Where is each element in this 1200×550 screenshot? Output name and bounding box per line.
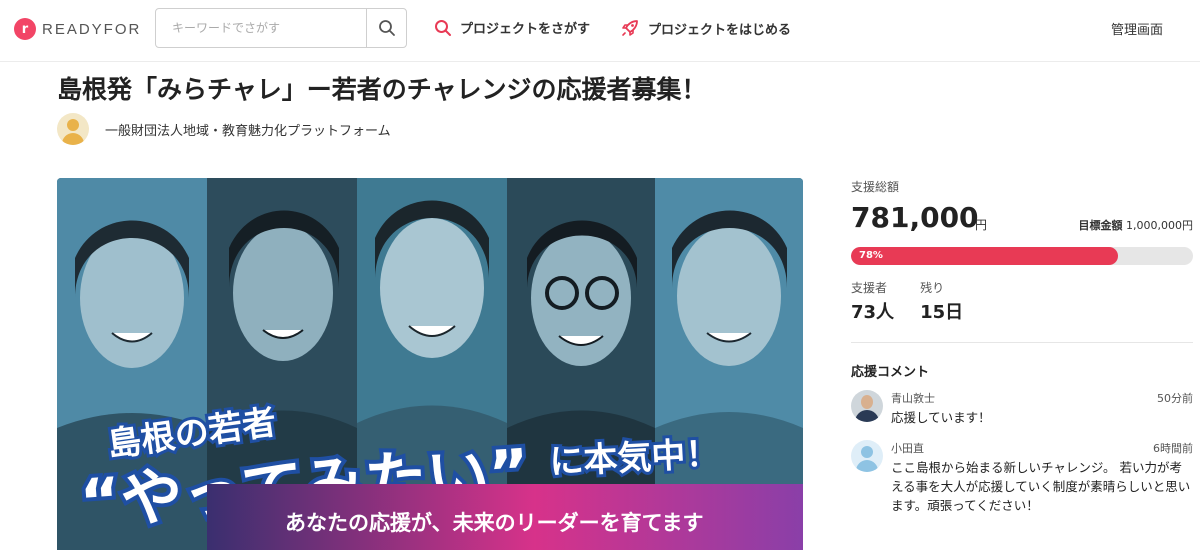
comment-time: 6時間前 bbox=[1153, 442, 1193, 455]
raised-amount: 781,000 bbox=[851, 201, 979, 234]
rocket-icon bbox=[622, 20, 638, 36]
search-button[interactable] bbox=[366, 9, 406, 47]
stats: 支援者 73人 残り 15日 bbox=[851, 279, 1193, 324]
organization: 一般財団法人地域・教育魅力化プラットフォーム bbox=[57, 113, 391, 145]
commenter-avatar[interactable] bbox=[851, 440, 883, 472]
logo-mark-icon: r bbox=[14, 18, 36, 40]
project-hero-image: 島根の若者 “やってみたい” に本気中！ あなたの応援が、未来のリーダーを育てま… bbox=[57, 178, 803, 550]
progress-percent: 78% bbox=[859, 250, 883, 261]
commenter-name[interactable]: 小田直 bbox=[891, 440, 1193, 456]
hero-illustration: 島根の若者 “やってみたい” に本気中！ あなたの応援が、未来のリーダーを育てま… bbox=[57, 178, 803, 550]
logo-text: READYFOR bbox=[42, 20, 142, 38]
admin-link[interactable]: 管理画面 bbox=[1111, 19, 1163, 38]
supporters-stat: 支援者 73人 bbox=[851, 279, 894, 324]
supporters-label: 支援者 bbox=[851, 281, 888, 295]
comments-heading: 応援コメント bbox=[851, 365, 930, 380]
remaining-stat: 残り 15日 bbox=[920, 279, 963, 324]
commenter-avatar[interactable] bbox=[851, 390, 883, 422]
supporters-count: 73人 bbox=[851, 302, 895, 323]
organization-avatar[interactable] bbox=[57, 113, 89, 145]
comment-text: ここ島根から始まる新しいチャレンジ。 若い力が考える事を大人が応援していく制度が… bbox=[891, 460, 1191, 513]
search-input[interactable] bbox=[156, 9, 366, 47]
site-header: r READYFOR プロジェクトをさがす プロジェクトをはじめる 管理画面 bbox=[0, 0, 1200, 62]
comment-text: 応援しています！ bbox=[891, 410, 991, 425]
raised-label: 支援総額 bbox=[851, 180, 900, 194]
organization-name[interactable]: 一般財団法人地域・教育魅力化プラットフォーム bbox=[105, 120, 391, 139]
remaining-days: 15日 bbox=[920, 302, 964, 323]
progress-fill bbox=[851, 247, 1118, 265]
comment-item: 青山敦士 50分前 応援しています！ bbox=[851, 390, 1193, 430]
goal-amount: 目標金額 1,000,000円 bbox=[1079, 217, 1193, 233]
commenter-name[interactable]: 青山敦士 bbox=[891, 390, 1193, 406]
nav-start-label: プロジェクトをはじめる bbox=[648, 22, 792, 38]
remaining-label: 残り bbox=[920, 281, 945, 295]
nav-find-projects[interactable]: プロジェクトをさがす bbox=[434, 18, 590, 37]
nav-start-project[interactable]: プロジェクトをはじめる bbox=[620, 18, 791, 38]
search-icon bbox=[378, 20, 395, 36]
progress-bar: 78% bbox=[851, 247, 1193, 265]
search-icon bbox=[435, 19, 451, 36]
comment-time: 50分前 bbox=[1157, 392, 1193, 405]
raised-currency: 円 bbox=[975, 218, 988, 232]
project-title: 島根発「みらチャレ」ー若者のチャレンジの応援者募集！ bbox=[57, 75, 707, 104]
goal-value: 1,000,000円 bbox=[1126, 219, 1193, 232]
hero-banner-text: あなたの応援が、未来のリーダーを育てます bbox=[285, 511, 704, 535]
search-box bbox=[155, 8, 407, 48]
divider bbox=[851, 342, 1193, 343]
funding-panel: 支援総額 781,000 円 目標金額 1,000,000円 78% 支援者 7… bbox=[851, 178, 1193, 515]
nav-find-label: プロジェクトをさがす bbox=[460, 22, 591, 37]
goal-label: 目標金額 bbox=[1078, 219, 1123, 232]
comment-item: 小田直 6時間前 ここ島根から始まる新しいチャレンジ。 若い力が考える事を大人が… bbox=[851, 440, 1193, 515]
readyfor-logo[interactable]: r READYFOR bbox=[14, 18, 141, 40]
